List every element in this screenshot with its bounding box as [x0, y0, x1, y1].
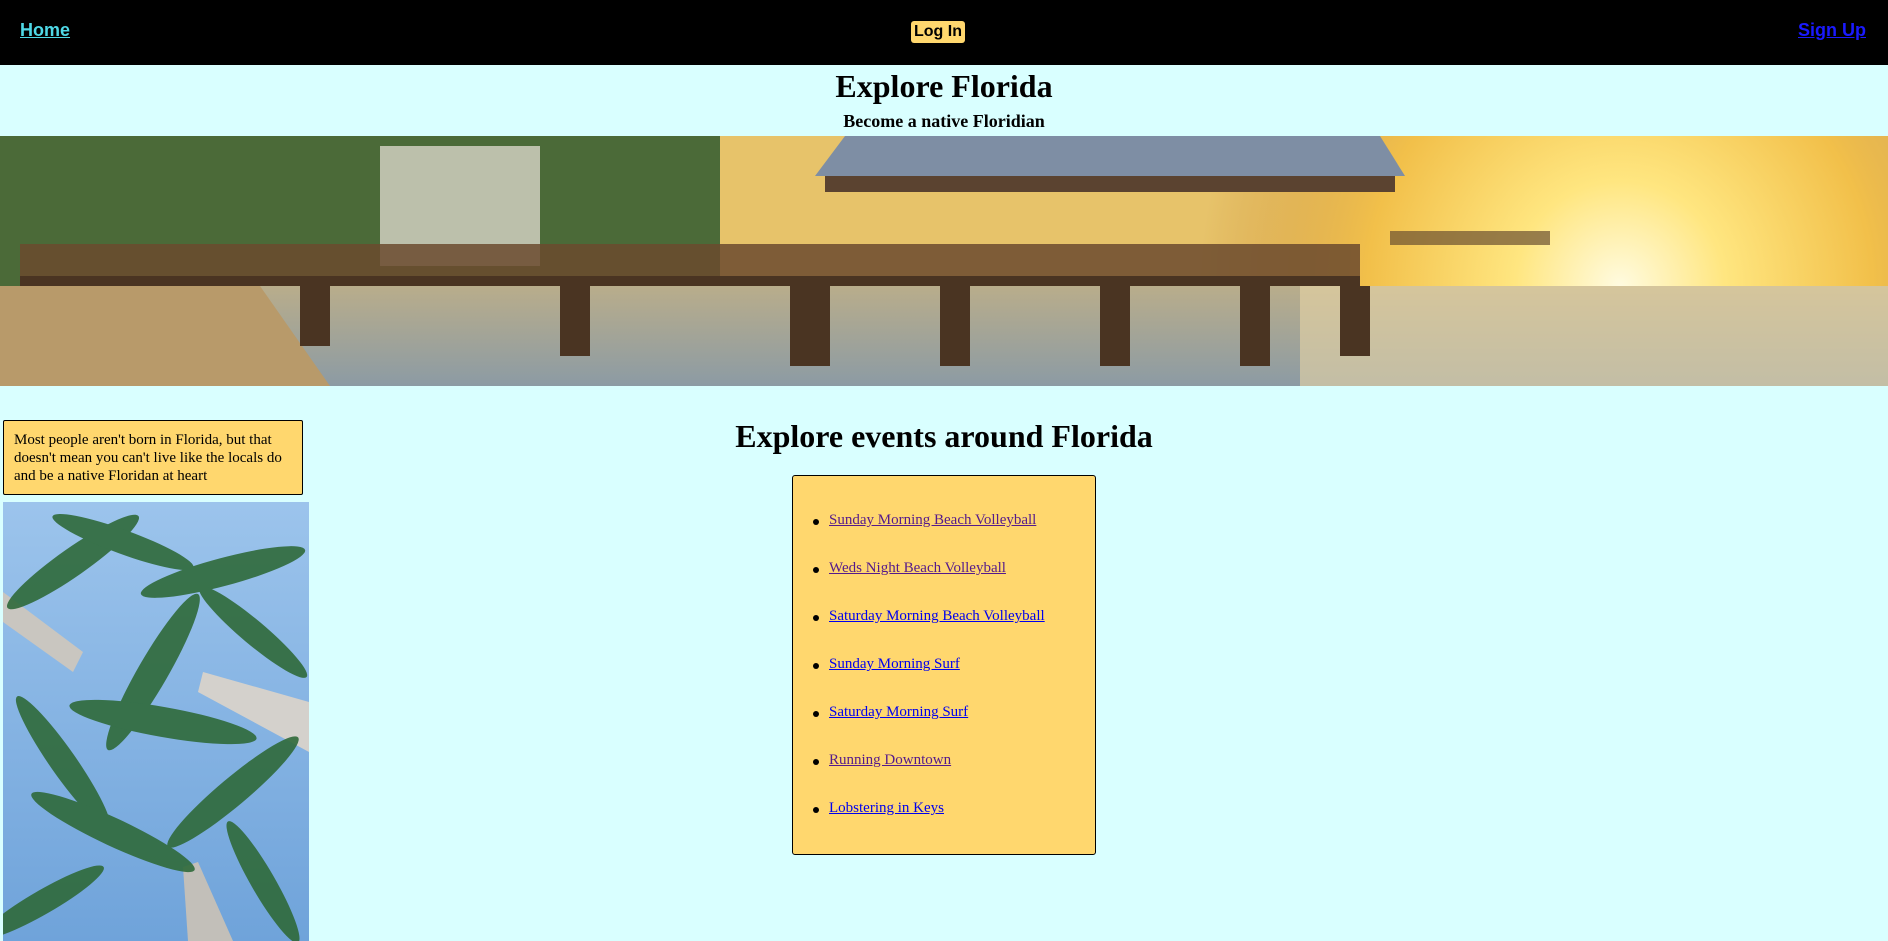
event-list-item: Lobstering in Keys	[813, 800, 1045, 848]
event-link-saturday-surf[interactable]: Saturday Morning Surf	[829, 704, 968, 720]
events-heading: Explore events around Florida	[735, 418, 1153, 454]
nav-signup-link[interactable]: Sign Up	[1798, 20, 1866, 41]
event-list-item: Running Downtown	[813, 752, 1045, 800]
event-link-lobstering-keys[interactable]: Lobstering in Keys	[829, 800, 944, 816]
event-list-item: Sunday Morning Surf	[813, 656, 1045, 704]
page-title: Explore Florida	[835, 68, 1053, 104]
event-list-item: Saturday Morning Surf	[813, 704, 1045, 752]
event-link-sunday-surf[interactable]: Sunday Morning Surf	[829, 656, 960, 672]
hero-banner-image	[0, 136, 1888, 386]
event-list-item: Weds Night Beach Volleyball	[813, 560, 1045, 608]
event-link-sunday-volleyball[interactable]: Sunday Morning Beach Volleyball	[829, 512, 1036, 528]
event-list-item: Sunday Morning Beach Volleyball	[813, 512, 1045, 560]
event-link-running-downtown[interactable]: Running Downtown	[829, 752, 951, 768]
login-button[interactable]: Log In	[911, 21, 965, 43]
event-link-saturday-volleyball[interactable]: Saturday Morning Beach Volleyball	[829, 608, 1045, 624]
pier-sunset-illustration	[0, 136, 1888, 386]
palm-trees-illustration	[3, 502, 309, 941]
events-list: Sunday Morning Beach Volleyball Weds Nig…	[813, 512, 1045, 848]
event-list-item: Saturday Morning Beach Volleyball	[813, 608, 1045, 656]
events-list-box: Sunday Morning Beach Volleyball Weds Nig…	[792, 475, 1096, 855]
event-link-weds-volleyball[interactable]: Weds Night Beach Volleyball	[829, 560, 1006, 576]
top-navbar: Home Log In Sign Up	[0, 0, 1888, 65]
palm-trees-image	[3, 502, 309, 941]
nav-home-link[interactable]: Home	[20, 20, 70, 41]
page-subtitle: Become a native Floridian	[843, 111, 1045, 131]
